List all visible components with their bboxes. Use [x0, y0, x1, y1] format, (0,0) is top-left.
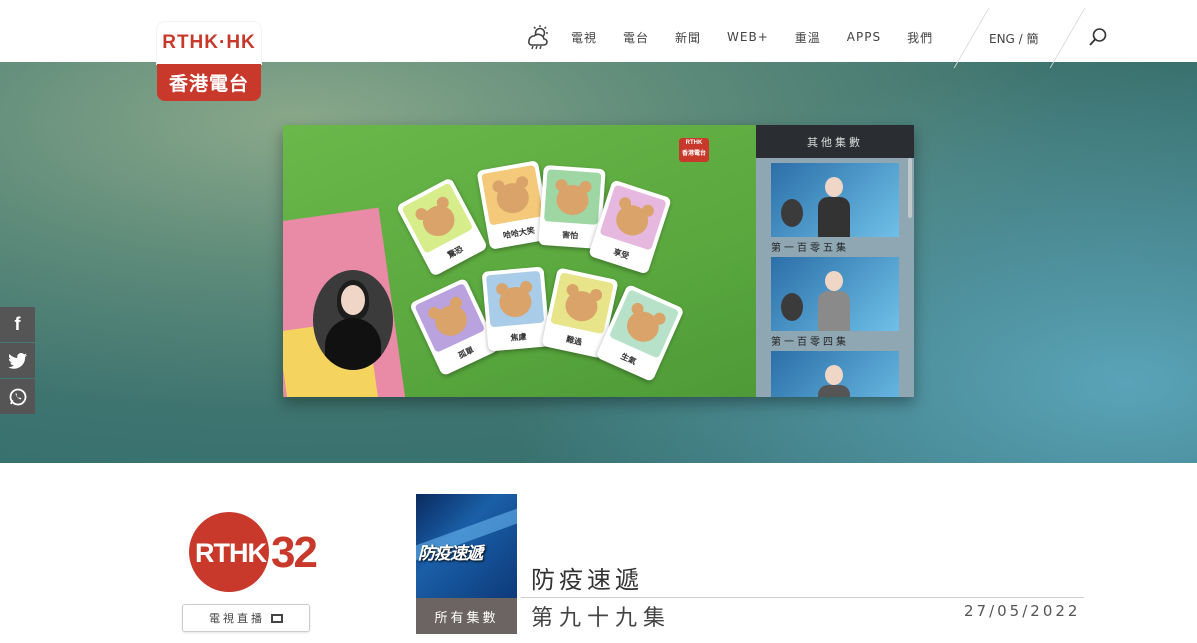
other-episodes-panel: 其他集數 第一百零五集 第一百零四集	[756, 125, 914, 397]
programme-thumbnail-text: 防疫速遞	[418, 544, 483, 564]
episode-date: 27/05/2022	[964, 602, 1081, 620]
all-episodes-button[interactable]: 所有集數	[416, 598, 517, 634]
tv-icon	[271, 613, 283, 623]
rthk32-channel-logo[interactable]: RTHK 32	[189, 512, 331, 592]
other-episodes-heading: 其他集數	[807, 135, 863, 149]
other-episodes-list[interactable]: 第一百零五集 第一百零四集	[756, 158, 914, 397]
tv-live-label: 電視直播	[209, 612, 265, 625]
social-share-bar: f	[0, 307, 35, 415]
hero-banner: RTHK 香港電台 驚恐 哈哈大笑 害怕 享受 孤單 焦慮 難過 生氣 其他集數…	[0, 62, 1197, 463]
episode-title[interactable]: 第一百零五集	[771, 239, 899, 254]
divider	[953, 8, 990, 68]
programme-title: 防疫速遞	[531, 566, 643, 594]
nav-about-us[interactable]: 我們	[907, 29, 933, 46]
facebook-icon[interactable]: f	[0, 307, 35, 342]
logo-en-text: RTHK·HK	[162, 32, 256, 53]
logo-zh-text: 香港電台	[168, 73, 249, 95]
title-divider	[521, 597, 1084, 598]
logo-bottom: 香港電台	[157, 64, 261, 101]
video-watermark-logo: RTHK 香港電台	[679, 138, 709, 162]
whatsapp-icon[interactable]	[0, 379, 35, 414]
rthk-logo[interactable]: RTHK·HK 香港電台	[157, 22, 261, 101]
episode-title[interactable]: 第一百零四集	[771, 333, 899, 348]
video-player[interactable]: RTHK 香港電台 驚恐 哈哈大笑 害怕 享受 孤單 焦慮 難過 生氣 其他集數…	[283, 125, 914, 397]
main-nav: 電視 電台 新聞 WEB+ 重溫 APPS 我們	[525, 22, 959, 52]
nav-news[interactable]: 新聞	[675, 29, 701, 46]
logo-top: RTHK·HK	[157, 22, 261, 64]
video-frame[interactable]: RTHK 香港電台 驚恐 哈哈大笑 害怕 享受 孤單 焦慮 難過 生氣	[283, 125, 756, 397]
language-toggle[interactable]: ENG / 簡	[989, 30, 1039, 47]
nav-radio[interactable]: 電台	[623, 29, 649, 46]
channel-number: 32	[271, 528, 318, 577]
episode-item[interactable]: 第一百零五集	[771, 163, 899, 254]
language-switcher: ENG / 簡	[953, 8, 1086, 68]
divider	[1049, 8, 1086, 68]
episode-title: 第九十九集	[531, 606, 672, 631]
channel-logo-text: RTHK	[195, 538, 267, 568]
nav-tv[interactable]: 電視	[571, 29, 597, 46]
episode-thumbnail[interactable]	[771, 163, 899, 237]
episode-thumbnail[interactable]	[771, 351, 899, 397]
watermark-zh: 香港電台	[681, 151, 706, 157]
nav-replay[interactable]: 重溫	[795, 29, 821, 46]
nav-apps[interactable]: APPS	[847, 30, 881, 44]
emotion-card: 驚恐	[395, 177, 489, 277]
sign-language-interpreter	[313, 270, 393, 370]
card-label: 焦慮	[510, 332, 527, 343]
episode-item[interactable]: 第一百零四集	[771, 257, 899, 348]
programme-thumbnail[interactable]: 防疫速遞	[416, 494, 517, 598]
episodes-scrollbar[interactable]	[908, 158, 912, 218]
episode-item[interactable]	[771, 351, 899, 397]
watermark-en: RTHK	[685, 140, 703, 146]
episode-thumbnail[interactable]	[771, 257, 899, 331]
search-icon[interactable]	[1088, 27, 1108, 47]
tv-live-button[interactable]: 電視直播	[182, 604, 310, 632]
weather-icon[interactable]	[525, 24, 551, 50]
nav-web-plus[interactable]: WEB+	[727, 30, 769, 44]
twitter-icon[interactable]	[0, 343, 35, 378]
emotion-card: 焦慮	[481, 266, 551, 352]
